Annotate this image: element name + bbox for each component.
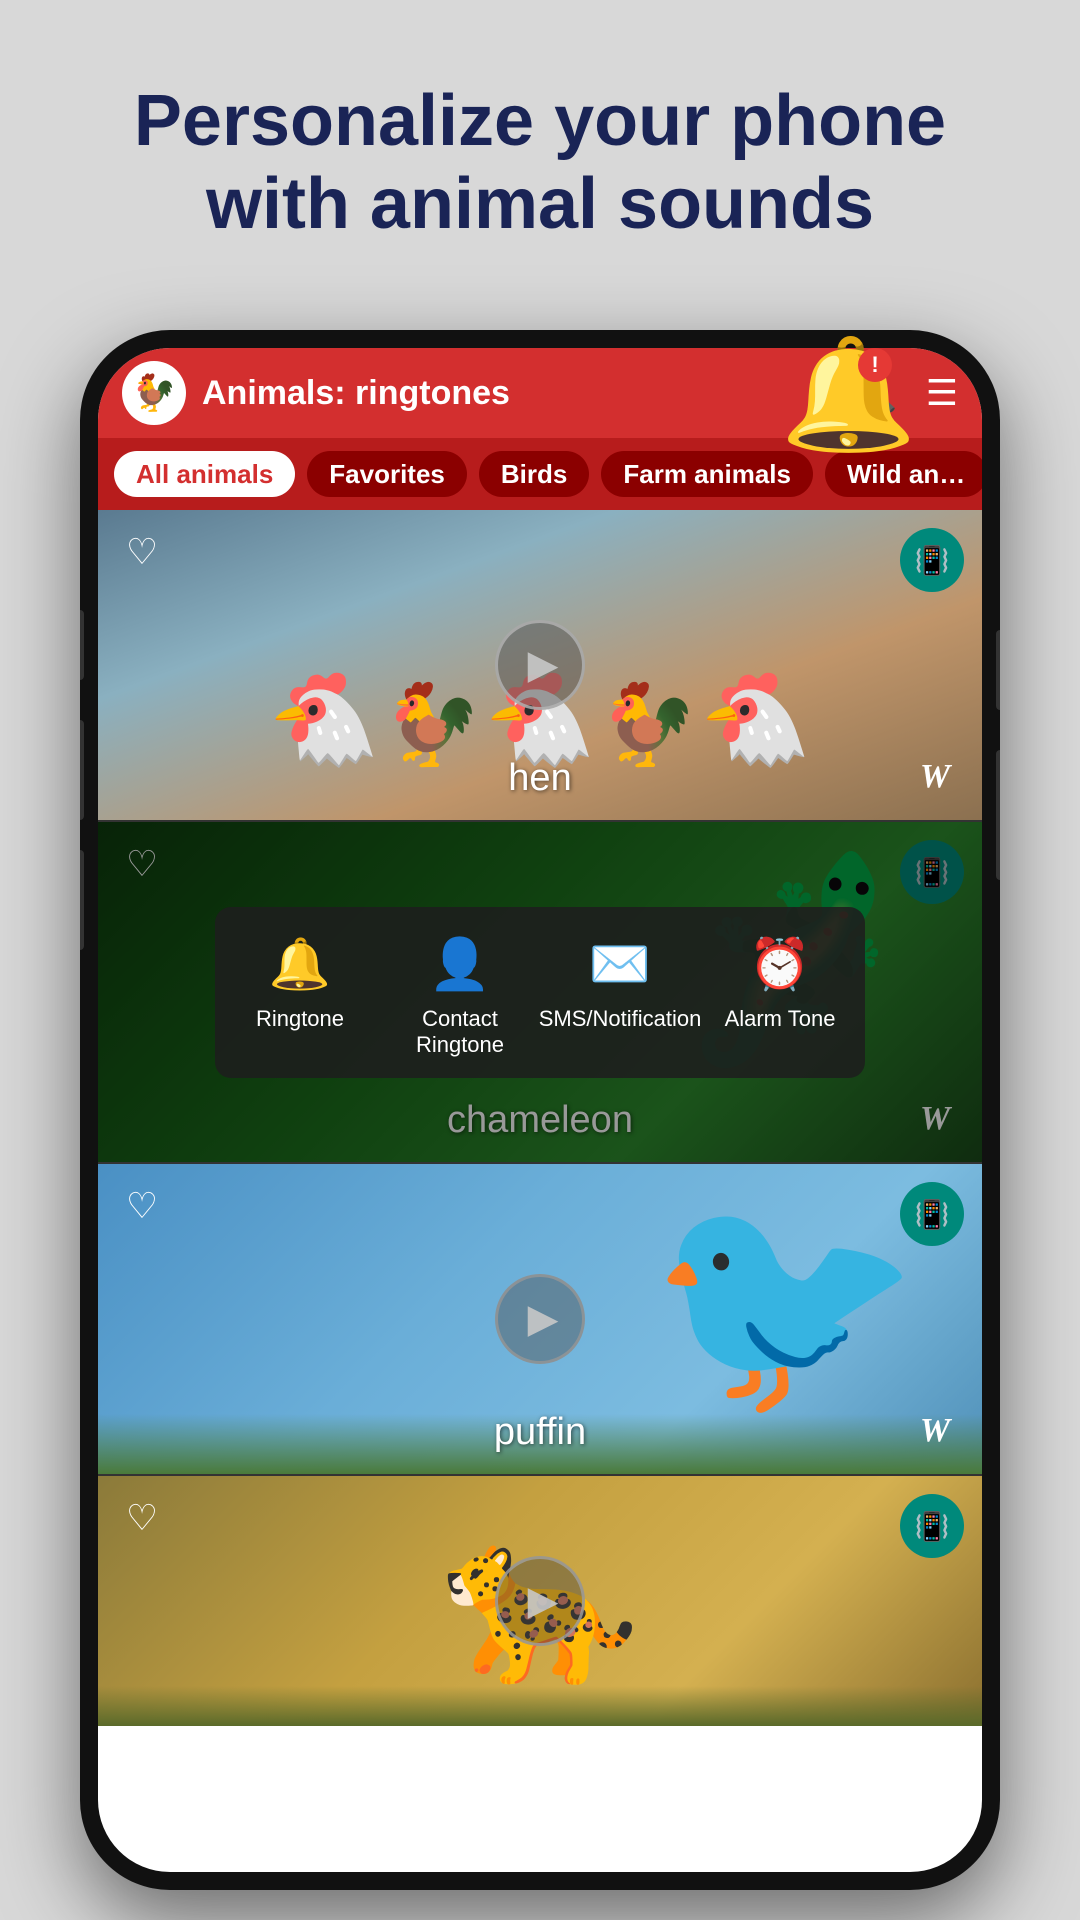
hen-wiki-button[interactable]: W xyxy=(908,750,962,804)
puffin-favorite-button[interactable]: ♡ xyxy=(118,1182,166,1230)
hen-emoji-2: 🐓 xyxy=(382,678,482,772)
hen-label: hen xyxy=(508,757,571,800)
leopard-play-button[interactable]: ▶ xyxy=(495,1556,585,1646)
play-icon-puffin: ▶ xyxy=(528,1296,559,1342)
set-as-contact-ringtone[interactable]: 👤 Contact Ringtone xyxy=(395,935,525,1058)
logo-icon: 🐓 xyxy=(132,372,177,414)
set-as-menu: 🔔 Ringtone 👤 Contact Ringtone ✉️ SMS/Not… xyxy=(215,907,865,1078)
heart-icon: ♡ xyxy=(126,531,158,573)
tab-birds[interactable]: Birds xyxy=(479,451,589,497)
puffin-play-button[interactable]: ▶ xyxy=(495,1274,585,1364)
puffin-vibrate-button[interactable]: 📳 xyxy=(900,1182,964,1246)
leopard-card: 🐆 ▶ ♡ 📳 xyxy=(98,1476,982,1726)
menu-icon[interactable]: ☰ xyxy=(926,372,958,414)
puffin-card: 🐦 ▶ ♡ 📳 puffin W xyxy=(98,1164,982,1474)
vibrate-icon: 📳 xyxy=(915,544,950,577)
hen-emoji-5: 🐔 xyxy=(700,667,812,772)
puffin-wiki-button[interactable]: W xyxy=(908,1404,962,1458)
puffin-label: puffin xyxy=(494,1411,586,1454)
leopard-vibrate-button[interactable]: 📳 xyxy=(900,1494,964,1558)
leopard-favorite-button[interactable]: ♡ xyxy=(118,1494,166,1542)
hero-line1: Personalize your phone xyxy=(134,81,946,161)
alarm-icon: ⏰ xyxy=(749,935,811,994)
hen-emoji-4: 🐓 xyxy=(598,678,698,772)
hen-emoji-1: 🐔 xyxy=(268,667,380,772)
leopard-grass xyxy=(98,1686,982,1726)
vibrate-icon-puffin: 📳 xyxy=(915,1198,950,1231)
vibrate-icon-leopard: 📳 xyxy=(915,1510,950,1543)
puffin-image: 🐦 xyxy=(648,1174,922,1432)
volume-button-left3 xyxy=(80,850,84,950)
hero-line2: with animal sounds xyxy=(206,164,874,244)
chameleon-card: 🦎 ♡ 📳 chameleon W 🔔 Rington xyxy=(98,822,982,1162)
hero-text: Personalize your phone with animal sound… xyxy=(0,80,1080,246)
volume-button-right xyxy=(996,750,1000,880)
ringtone-icon: 🔔 xyxy=(269,935,331,994)
hen-vibrate-button[interactable]: 📳 xyxy=(900,528,964,592)
bell-icon: 🔔 xyxy=(780,333,917,456)
play-icon: ▶ xyxy=(528,642,559,688)
phone-screen: 🐓 Animals: ringtones 🔍 ☰ All animals Fav… xyxy=(98,348,982,1872)
wikipedia-icon: W xyxy=(920,758,950,796)
hen-card: 🐔 🐓 🐔 🐓 🐔 ▶ ♡ 📳 hen xyxy=(98,510,982,820)
contact-icon: 👤 xyxy=(429,935,491,994)
hen-favorite-button[interactable]: ♡ xyxy=(118,528,166,576)
set-as-sms[interactable]: ✉️ SMS/Notification xyxy=(555,935,685,1032)
app-title: Animals: ringtones xyxy=(202,374,837,413)
tab-all-animals[interactable]: All animals xyxy=(114,451,295,497)
play-icon-leopard: ▶ xyxy=(528,1578,559,1624)
phone-frame: 🔔 ! 🐓 Animals: ringtones 🔍 ☰ All animals xyxy=(80,330,1000,1890)
set-as-ringtone[interactable]: 🔔 Ringtone xyxy=(235,935,365,1032)
heart-icon-puffin: ♡ xyxy=(126,1185,158,1227)
tab-favorites[interactable]: Favorites xyxy=(307,451,467,497)
bell-badge: ! xyxy=(858,348,892,382)
volume-button-left2 xyxy=(80,720,84,820)
heart-icon-leopard: ♡ xyxy=(126,1497,158,1539)
set-as-overlay: 🔔 Ringtone 👤 Contact Ringtone ✉️ SMS/Not… xyxy=(98,822,982,1162)
volume-button-left1 xyxy=(80,610,84,680)
power-button xyxy=(996,630,1000,710)
wikipedia-icon-puffin: W xyxy=(920,1412,950,1450)
set-as-alarm[interactable]: ⏰ Alarm Tone xyxy=(715,935,845,1032)
hen-play-button[interactable]: ▶ xyxy=(495,620,585,710)
sms-icon: ✉️ xyxy=(589,935,651,994)
notification-bell[interactable]: 🔔 ! xyxy=(780,340,900,460)
app-logo: 🐓 xyxy=(122,361,186,425)
